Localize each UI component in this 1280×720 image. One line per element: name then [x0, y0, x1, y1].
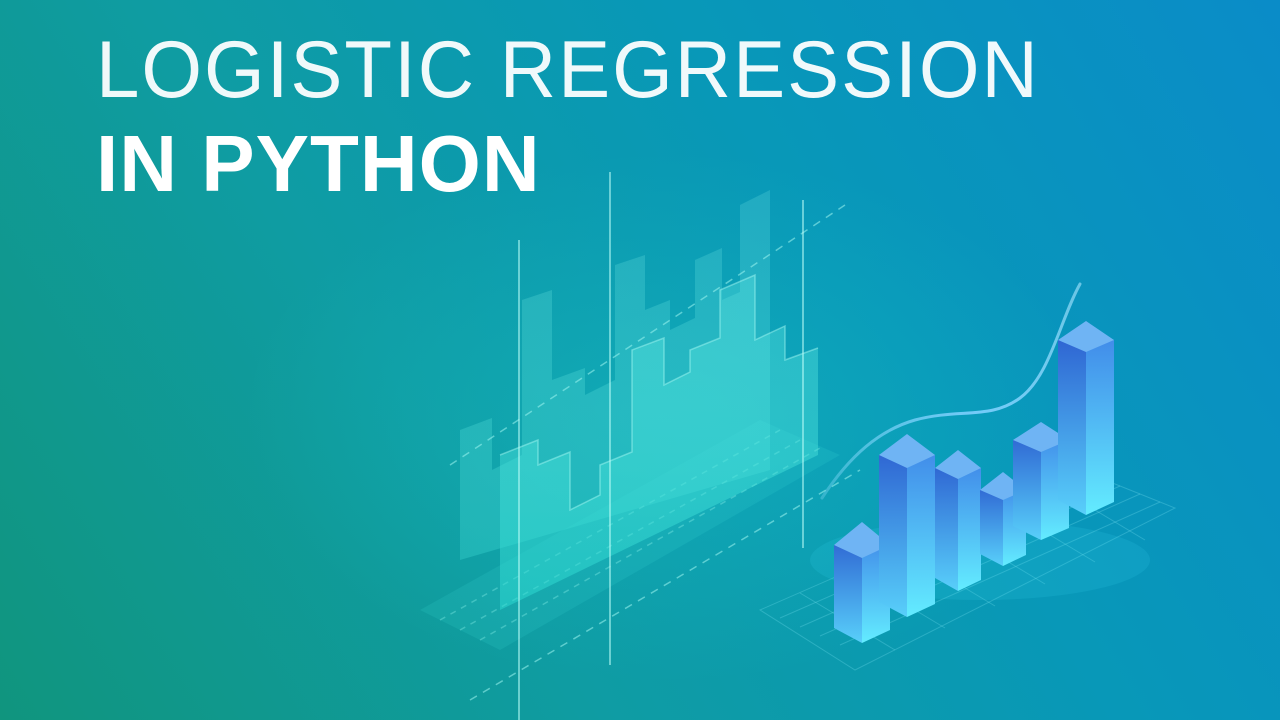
bar-6: [1058, 321, 1114, 515]
ghost-area-chart: [420, 172, 861, 720]
bar-3: [935, 450, 981, 591]
data-illustration: [420, 172, 1177, 720]
bar-2: [879, 434, 935, 617]
blue-bar-chart: [758, 282, 1177, 671]
